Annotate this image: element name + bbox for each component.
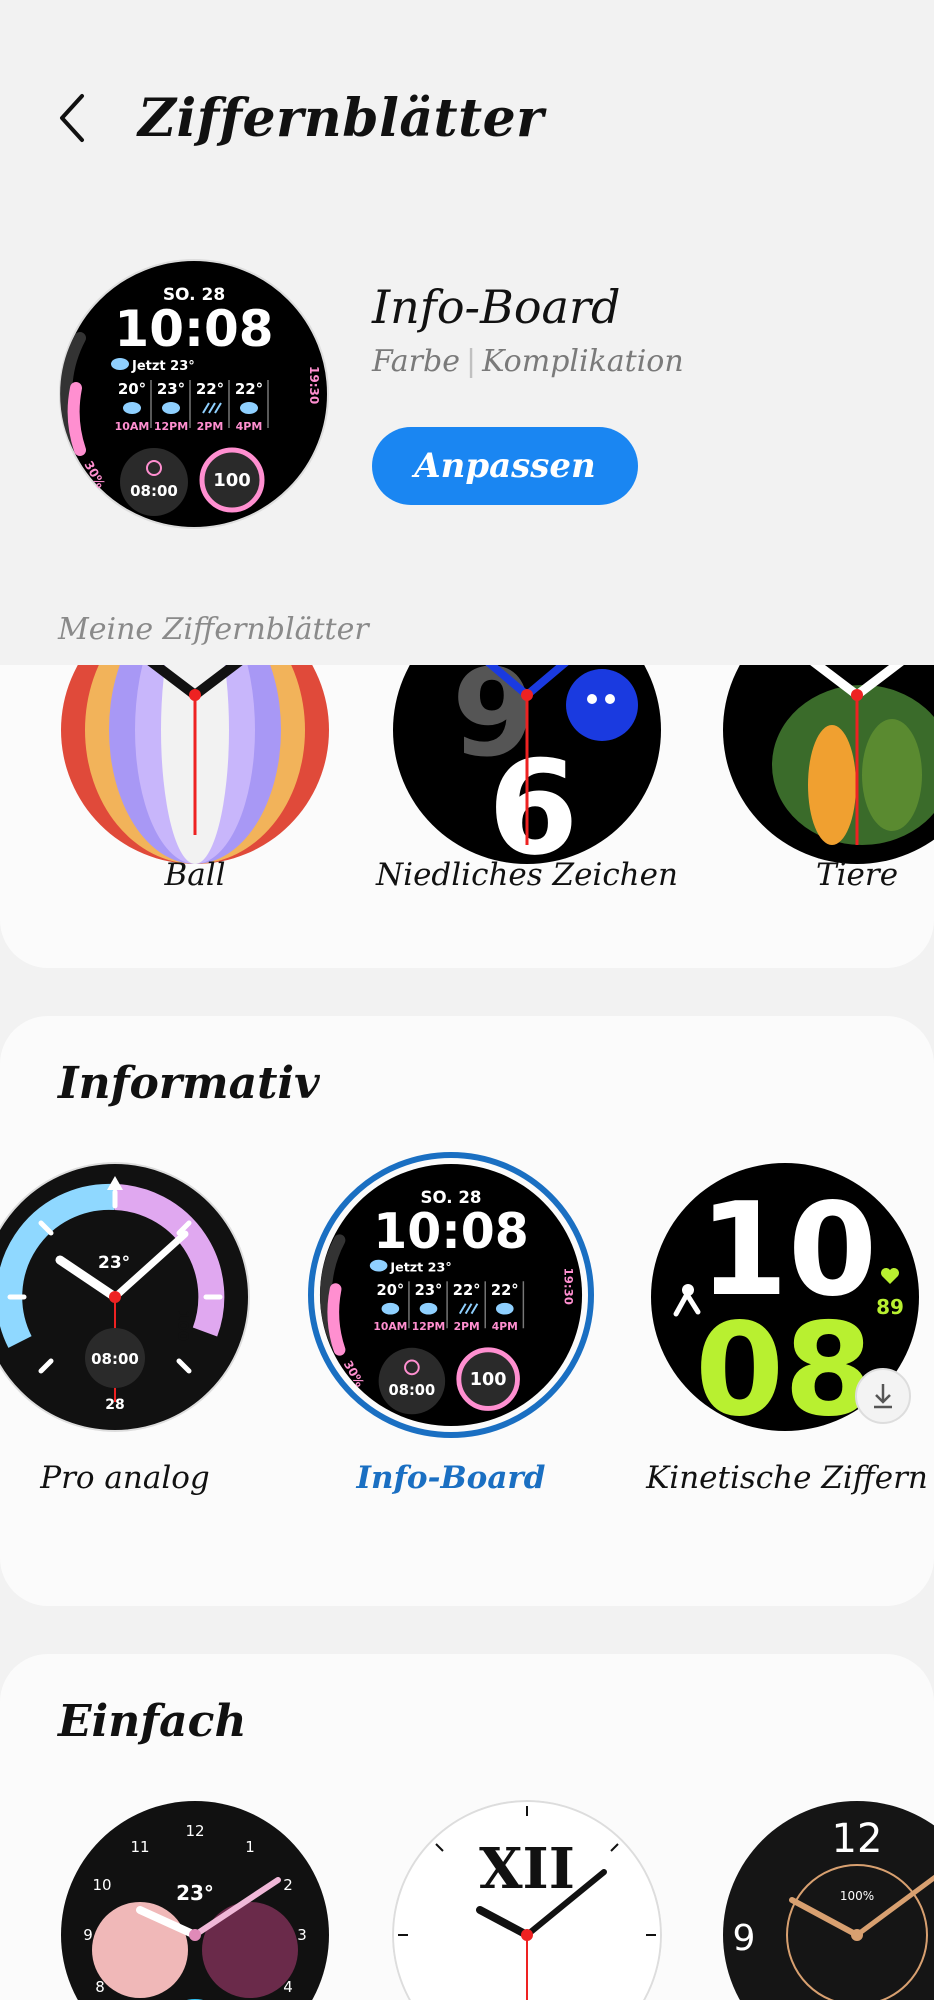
svg-text:20°: 20° (118, 380, 146, 398)
svg-text:3: 3 (297, 1926, 307, 1944)
svg-text:19:30: 19:30 (561, 1268, 575, 1305)
svg-text:12PM: 12PM (154, 420, 188, 433)
watch-face-ball[interactable] (60, 665, 330, 865)
svg-text:9: 9 (83, 1926, 93, 1944)
watch-face-einfach-2[interactable]: XII 2457 (392, 1800, 662, 2000)
hero-time: 10:08 (114, 300, 273, 358)
section-title-einfach: Einfach (58, 1696, 247, 1747)
watch-face-label: Ball (164, 857, 226, 893)
my-faces-card: Ball 9 6 Niedliches Zeichen Tiere (0, 665, 934, 968)
svg-text:12: 12 (832, 1816, 883, 1862)
svg-text:28: 28 (105, 1397, 124, 1413)
svg-text:4PM: 4PM (236, 420, 263, 433)
customize-button[interactable]: Anpassen (372, 427, 638, 505)
watch-face-label-selected: Info-Board (356, 1460, 546, 1496)
svg-text:10:08: 10:08 (373, 1203, 529, 1260)
svg-text:89: 89 (876, 1295, 904, 1319)
svg-text:Jetzt 23°: Jetzt 23° (389, 1260, 451, 1275)
svg-text:8: 8 (95, 1978, 105, 1996)
svg-text:10: 10 (92, 1876, 111, 1894)
svg-text:08:00: 08:00 (91, 1350, 139, 1368)
svg-text:10AM: 10AM (115, 420, 150, 433)
svg-text:10AM: 10AM (373, 1320, 407, 1333)
svg-text:22°: 22° (491, 1282, 519, 1299)
download-button[interactable] (855, 1368, 911, 1424)
svg-text:22°: 22° (196, 380, 224, 398)
svg-text:2PM: 2PM (197, 420, 224, 433)
svg-text:12: 12 (185, 1822, 204, 1840)
svg-text:1: 1 (245, 1838, 255, 1856)
my-faces-label: Meine Ziffernblätter (58, 612, 369, 647)
back-arrow-icon (60, 94, 84, 142)
watch-face-einfach-3[interactable]: 12 9 100% (722, 1800, 934, 2000)
svg-text:100%: 100% (840, 1889, 874, 1903)
svg-text:22°: 22° (453, 1282, 481, 1299)
watch-face-pro-analog[interactable]: 23° 100 08:00 28 (0, 1162, 250, 1432)
watch-face-label: Pro analog (40, 1460, 210, 1496)
svg-text:20°: 20° (377, 1282, 405, 1299)
watch-face-label: Kinetische Ziffern (646, 1460, 928, 1496)
color-option[interactable]: Farbe (372, 344, 460, 379)
svg-text:100: 100 (470, 1370, 507, 1390)
back-button[interactable] (52, 90, 96, 146)
svg-text:4PM: 4PM (492, 1320, 518, 1333)
watch-face-info-board-selected[interactable]: SO. 28 10:08 Jetzt 23° 20° 23° 22° 22° 1… (308, 1152, 594, 1438)
svg-text:6: 6 (488, 732, 578, 865)
section-title-informativ: Informativ (58, 1058, 320, 1109)
current-face-name: Info-Board (372, 280, 621, 334)
watch-face-label: Niedliches Zeichen (376, 857, 678, 893)
svg-text:4: 4 (283, 1978, 293, 1996)
svg-text:22°: 22° (235, 380, 263, 398)
watch-face-label: Tiere (815, 857, 899, 893)
battery-arc (67, 382, 86, 456)
svg-text:23°: 23° (98, 1253, 130, 1273)
hero-steps: 100 (213, 470, 251, 491)
svg-text:11: 11 (130, 1838, 149, 1856)
hero-weather-now: Jetzt 23° (131, 359, 195, 374)
einfach-card: Einfach 12 1 2 3 4 8 9 10 11 23° XII 12 … (0, 1654, 934, 2000)
svg-text:23°: 23° (176, 1881, 214, 1905)
header: Ziffernblätter (0, 60, 934, 170)
svg-text:2PM: 2PM (454, 1320, 480, 1333)
hero-sunset: 19:30 (307, 366, 321, 404)
current-face-options: Farbe | Komplikation (372, 344, 684, 379)
svg-text:08: 08 (695, 1296, 873, 1432)
watch-faces-screen: Ziffernblätter SO. 28 10:08 Jetzt 23° 20… (0, 0, 934, 2000)
page-title: Ziffernblätter (138, 88, 545, 149)
svg-text:12PM: 12PM (412, 1320, 446, 1333)
complication-option[interactable]: Komplikation (482, 344, 684, 379)
informativ-card: Informativ 23° 100 08:00 28 Pro analog S… (0, 1016, 934, 1606)
svg-text:23°: 23° (157, 380, 185, 398)
watch-face-tiere[interactable] (722, 665, 934, 865)
svg-text:08:00: 08:00 (389, 1382, 436, 1399)
svg-text:100: 100 (174, 1310, 192, 1341)
download-icon (874, 1384, 892, 1409)
watch-face-niedliches-zeichen[interactable]: 9 6 (392, 665, 662, 865)
svg-text:XII: XII (479, 1836, 575, 1902)
svg-text:23°: 23° (415, 1282, 443, 1299)
svg-text:9: 9 (733, 1918, 756, 1959)
svg-text:2: 2 (283, 1876, 293, 1894)
cloud-icon (111, 358, 129, 370)
hero-alarm: 08:00 (130, 482, 178, 500)
watch-face-einfach-1[interactable]: 12 1 2 3 4 8 9 10 11 23° 100 (60, 1800, 330, 2000)
current-watch-face-preview[interactable]: SO. 28 10:08 Jetzt 23° 20° 23° 22° 22° 1… (58, 258, 330, 530)
